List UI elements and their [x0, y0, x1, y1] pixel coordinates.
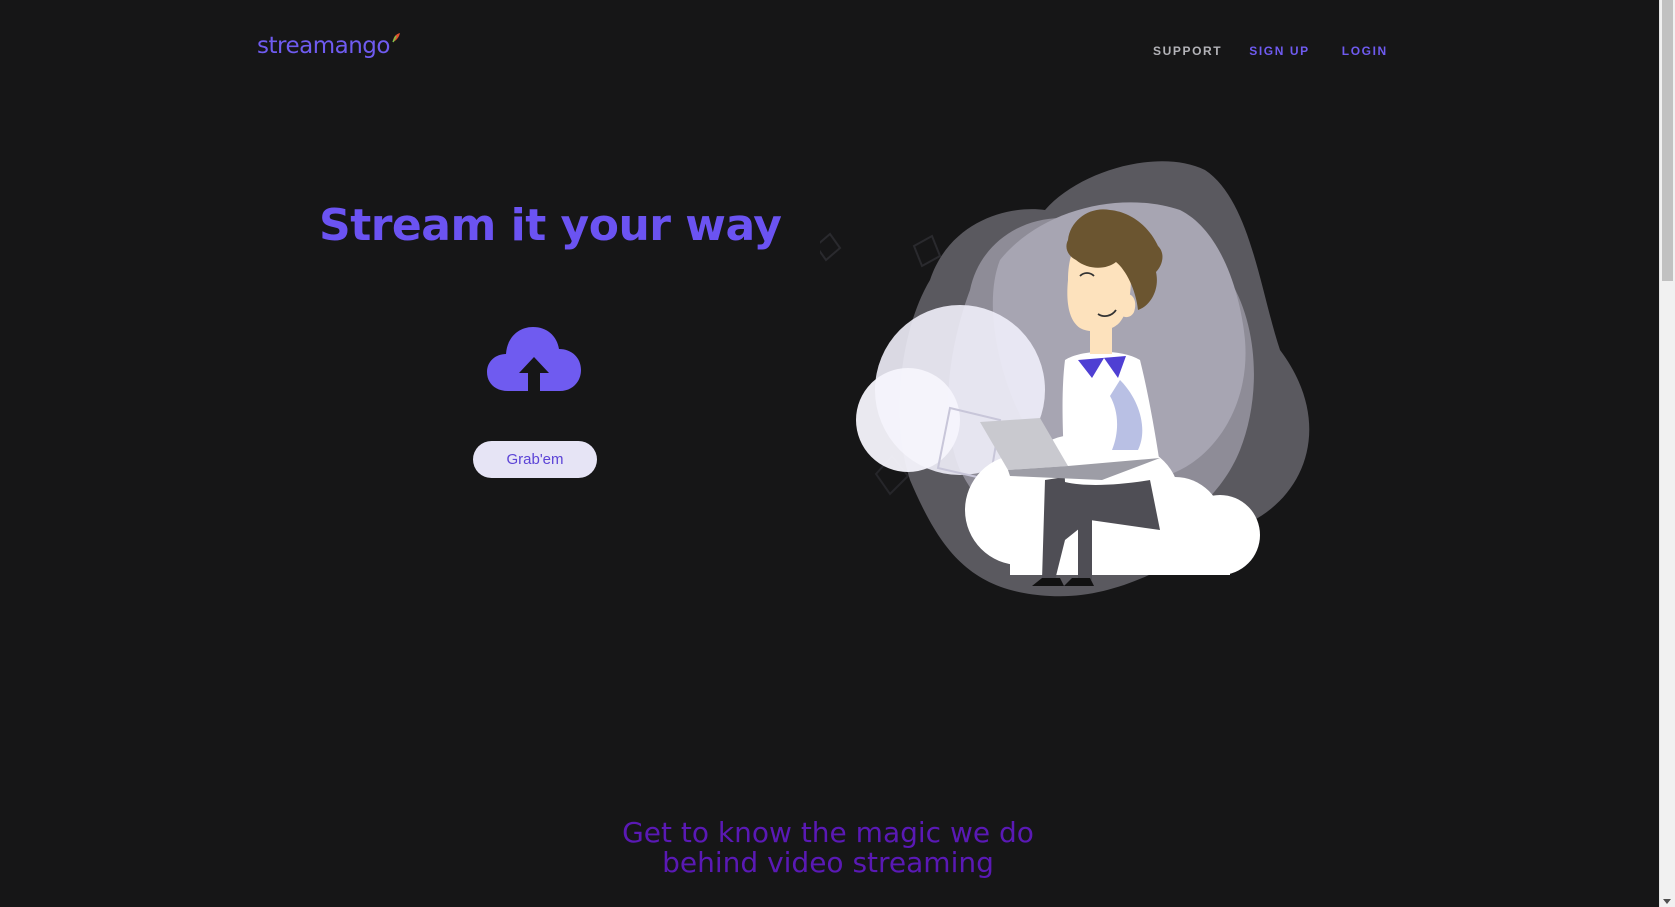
section-title-line1: Get to know the magic we do [622, 816, 1034, 849]
cloud-upload-icon[interactable] [486, 323, 582, 393]
top-nav: SUPPORT SIGN UP LOGIN [1153, 44, 1388, 58]
section-title-line2: behind video streaming [662, 846, 994, 879]
nav-signup-link[interactable]: SIGN UP [1249, 44, 1310, 58]
logo-text: streamango [257, 33, 390, 59]
grab-em-button[interactable]: Grab'em [473, 441, 597, 478]
man-with-laptop-on-cloud-illustration [820, 161, 1310, 597]
section-title: Get to know the magic we do behind video… [540, 818, 1116, 878]
landing-page: streamango SUPPORT SIGN UP LOGIN Stream … [0, 0, 1675, 907]
scrollbar-thumb[interactable] [1662, 0, 1673, 281]
nav-login-link[interactable]: LOGIN [1342, 44, 1388, 58]
logo[interactable]: streamango [257, 33, 401, 59]
page-scrollbar[interactable] [1659, 0, 1675, 907]
nav-support-link[interactable]: SUPPORT [1153, 44, 1222, 58]
hero-title: Stream it your way [319, 200, 782, 251]
scroll-down-arrow-icon[interactable] [1663, 899, 1671, 904]
mango-leaf-icon [392, 33, 400, 43]
